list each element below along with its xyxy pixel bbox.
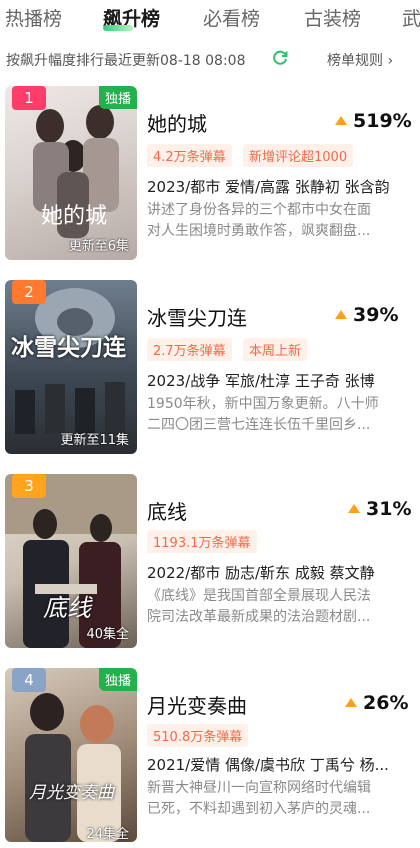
tab-hot[interactable]: 热播榜: [5, 4, 62, 31]
exclusive-badge: 独播: [98, 668, 137, 691]
rank-badge: 4: [12, 668, 46, 692]
rise-percent: 39%: [335, 304, 398, 326]
highlight-tag: 本周上新: [243, 338, 308, 361]
ranking-tabs: 热播榜 飙升榜 必看榜 古装榜 武: [0, 0, 420, 36]
highlight-tag: 新增评论超1000: [243, 144, 354, 167]
poster[interactable]: 底线 3 40集全: [5, 474, 137, 648]
exclusive-badge: 独播: [98, 86, 137, 109]
poster-title: 月光变奏曲: [29, 783, 114, 803]
rise-percent: 519%: [335, 110, 412, 132]
episode-status: 40集全: [86, 627, 129, 642]
rank-badge: 1: [12, 86, 46, 110]
up-arrow-icon: [335, 116, 347, 125]
show-meta: 2023/战争 军旅/杜淳 王子奇 张博: [147, 372, 375, 390]
show-meta: 2021/爱情 偶像/虞书欣 丁禹兮 杨...: [147, 756, 389, 774]
up-arrow-icon: [348, 504, 360, 513]
show-summary: 《底线》是我国首部全景展现人民法 院司法改革最新成果的法治题材剧...: [147, 588, 371, 625]
show-title[interactable]: 底线: [147, 496, 187, 525]
poster-title: 底线: [43, 594, 91, 622]
poster[interactable]: 冰雪尖刀连 2 更新至11集: [5, 280, 137, 454]
ranking-rules-link[interactable]: 榜单规则 ›: [327, 50, 393, 70]
list-item[interactable]: 冰雪尖刀连 2 更新至11集 冰雪尖刀连 39% 2.7万条弹幕 本周上新 20…: [0, 280, 420, 460]
up-arrow-icon: [345, 698, 357, 707]
poster-title: 她的城: [41, 204, 108, 229]
tab-must-watch[interactable]: 必看榜: [203, 4, 260, 31]
show-title[interactable]: 冰雪尖刀连: [147, 302, 247, 331]
tab-costume[interactable]: 古装榜: [304, 4, 361, 31]
episode-status: 更新至6集: [68, 239, 129, 254]
poster[interactable]: 她的城 1 独播 更新至6集: [5, 86, 137, 260]
show-meta: 2023/都市 爱情/高露 张静初 张含韵: [147, 178, 390, 196]
show-summary: 新晋大神昼川一向宣称网络时代编辑 已死，不料却遇到初入茅庐的灵魂...: [147, 780, 371, 817]
rank-badge: 3: [12, 474, 46, 498]
danmaku-tag: 2.7万条弹幕: [147, 338, 232, 361]
danmaku-tag: 1193.1万条弹幕: [147, 530, 257, 553]
up-arrow-icon: [335, 310, 347, 319]
rise-percent: 26%: [345, 692, 408, 714]
danmaku-tag: 4.2万条弹幕: [147, 144, 232, 167]
tab-wuxia[interactable]: 武: [402, 4, 420, 31]
show-meta: 2022/都市 励志/靳东 成毅 蔡文静: [147, 564, 375, 582]
danmaku-tag: 510.8万条弹幕: [147, 724, 249, 747]
refresh-icon[interactable]: [271, 49, 289, 67]
ranking-info-bar: 按飙升幅度排行最近更新08-18 08:08 榜单规则 ›: [0, 42, 420, 72]
show-title[interactable]: 月光变奏曲: [147, 690, 247, 719]
rise-percent: 31%: [348, 498, 411, 520]
poster-title: 冰雪尖刀连: [11, 335, 126, 361]
poster[interactable]: 月光变奏曲 4 独播 24集全: [5, 668, 137, 842]
show-summary: 讲述了身份各异的三个都市中女在面 对人生困境时勇敢作答，飒爽翻盘...: [147, 202, 371, 239]
list-item[interactable]: 她的城 1 独播 更新至6集 她的城 519% 4.2万条弹幕 新增评论超100…: [0, 86, 420, 266]
active-tab-indicator: [103, 25, 133, 31]
show-title[interactable]: 她的城: [147, 108, 207, 137]
update-time-text: 按飙升幅度排行最近更新08-18 08:08: [6, 53, 246, 69]
show-summary: 1950年秋，新中国万象更新。八十师 二四〇团三营七连连长伍千里回乡...: [147, 396, 379, 433]
episode-status: 更新至11集: [60, 433, 129, 448]
list-item[interactable]: 月光变奏曲 4 独播 24集全 月光变奏曲 26% 510.8万条弹幕 2021…: [0, 668, 420, 848]
rank-badge: 2: [12, 280, 46, 304]
list-item[interactable]: 底线 3 40集全 底线 31% 1193.1万条弹幕 2022/都市 励志/靳…: [0, 474, 420, 654]
